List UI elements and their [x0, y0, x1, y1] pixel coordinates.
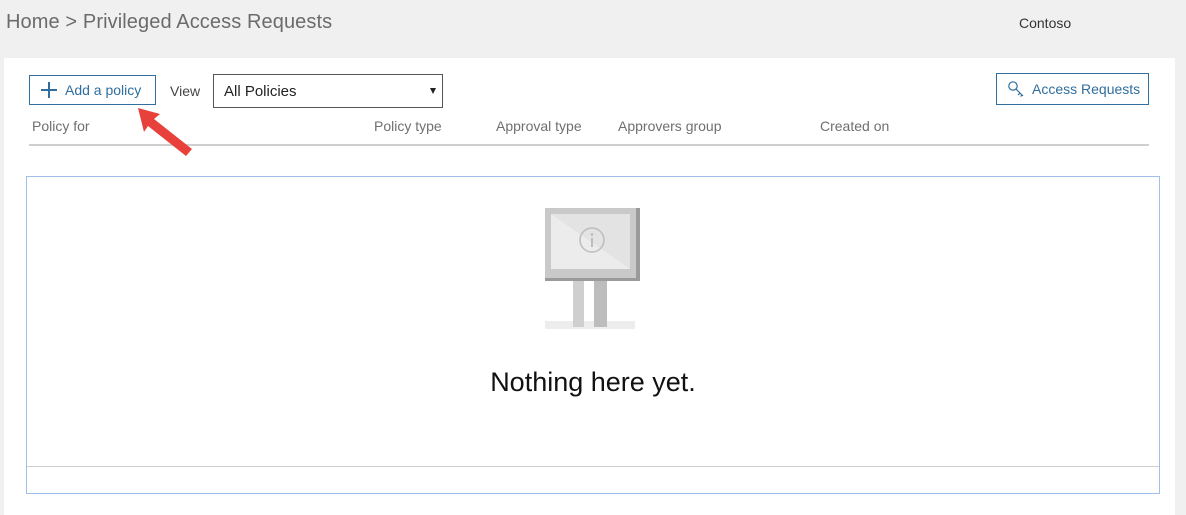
- breadcrumb: Home > Privileged Access Requests: [6, 11, 332, 34]
- access-requests-button[interactable]: Access Requests: [996, 73, 1149, 105]
- column-approvers-group[interactable]: Approvers group: [618, 118, 722, 134]
- breadcrumb-home[interactable]: Home: [6, 11, 60, 34]
- info-kiosk-illustration: [545, 208, 640, 329]
- add-policy-button[interactable]: Add a policy: [29, 75, 156, 105]
- view-label: View: [170, 83, 201, 99]
- column-policy-for[interactable]: Policy for: [32, 118, 90, 134]
- page-header: Home > Privileged Access Requests Contos…: [0, 0, 1186, 56]
- empty-state: Nothing here yet.: [26, 176, 1160, 494]
- breadcrumb-separator: >: [65, 11, 78, 33]
- view-select[interactable]: All Policies: [213, 74, 443, 108]
- divider: [27, 466, 1159, 467]
- plus-icon: [41, 82, 57, 98]
- caret-down-icon: [430, 88, 436, 94]
- view-select-value: All Policies: [224, 82, 297, 100]
- add-policy-label: Add a policy: [65, 82, 142, 98]
- breadcrumb-current: Privileged Access Requests: [82, 11, 333, 33]
- annotation-arrow-icon: [138, 108, 192, 156]
- key-search-icon: [1008, 81, 1024, 97]
- column-policy-type[interactable]: Policy type: [374, 118, 442, 134]
- access-requests-label: Access Requests: [1032, 81, 1141, 97]
- tenant-name[interactable]: Contoso: [1019, 15, 1071, 31]
- column-created-on[interactable]: Created on: [820, 118, 889, 134]
- column-approval-type[interactable]: Approval type: [496, 118, 582, 134]
- empty-state-message: Nothing here yet.: [490, 367, 696, 397]
